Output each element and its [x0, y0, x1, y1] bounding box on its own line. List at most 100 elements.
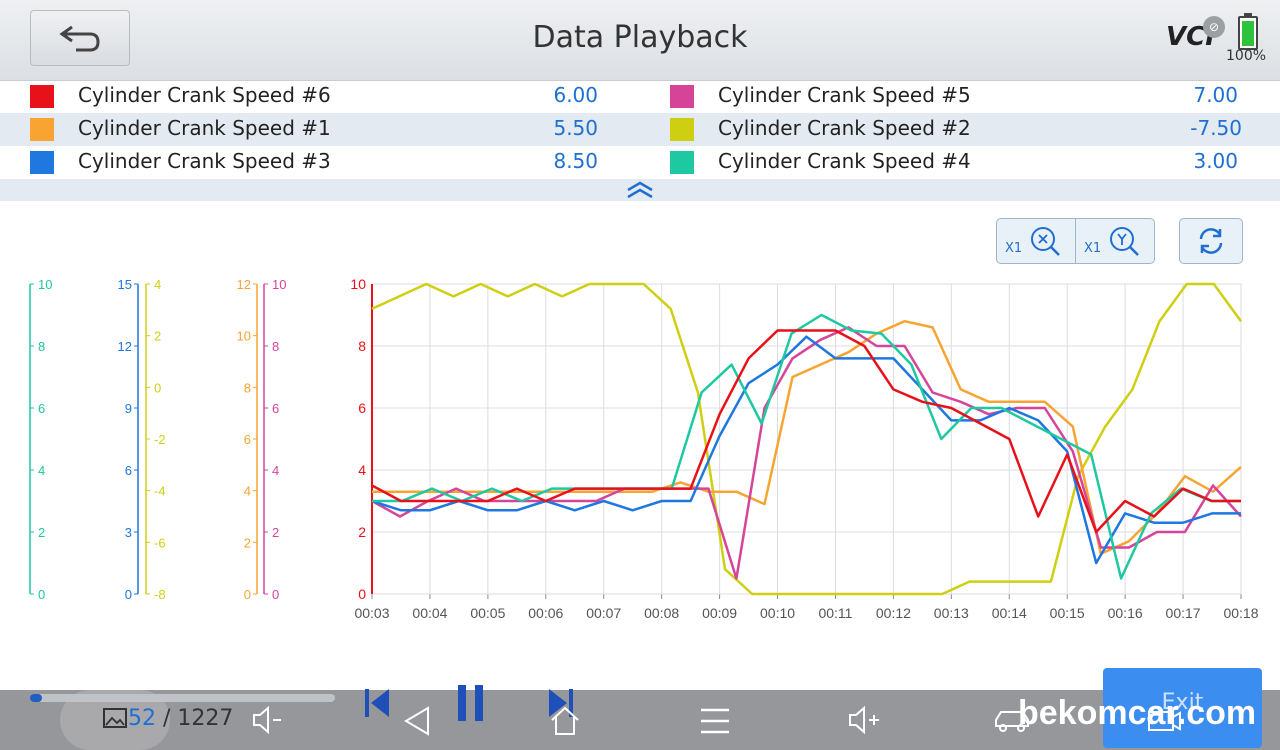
zoom-y-icon: [1110, 227, 1139, 256]
top-bar: Data Playback VCI ⊘ 100%: [0, 0, 1280, 81]
refresh-button[interactable]: [1179, 218, 1243, 264]
y-tick-label: 4: [358, 462, 366, 478]
legend-name: Cylinder Crank Speed #6: [78, 83, 331, 107]
frame-counter: 52 / 1227: [128, 706, 233, 731]
side-axis-tick-label: 12: [237, 277, 251, 292]
side-axis-tick-label: 6: [38, 401, 45, 416]
image-icon[interactable]: [102, 706, 128, 730]
side-axis-tick-label: 4: [272, 463, 279, 478]
x-tick-label: 00:14: [992, 605, 1027, 621]
playback-chart: 00:03 00:04 00:05 00:06 00:07 00:08 00:09 00:10…: [29, 276, 1259, 621]
side-axis-tick-label: 2: [272, 525, 279, 540]
x-tick-label: 00:07: [586, 605, 621, 621]
side-axis-tick-label: -8: [154, 587, 166, 602]
legend-value: 3.00: [1193, 149, 1238, 173]
refresh-icon: [1199, 228, 1223, 254]
legend-swatch: [30, 85, 54, 108]
x-tick-label: 00:16: [1108, 605, 1143, 621]
legend-name: Cylinder Crank Speed #3: [78, 149, 331, 173]
side-axis-tick-label: 0: [244, 587, 251, 602]
legend-value: 7.00: [1193, 83, 1238, 107]
side-axis-tick-label: 12: [118, 339, 132, 354]
home-icon[interactable]: [548, 704, 582, 738]
side-axis-tick-label: 10: [38, 277, 52, 292]
total-frames: 1227: [177, 706, 234, 731]
side-axis-tick-label: -4: [154, 484, 166, 499]
side-axis-tick-label: 15: [118, 277, 132, 292]
double-chevron-up-icon: [627, 181, 653, 199]
y-tick-label: 8: [358, 338, 366, 354]
current-frame: 52: [128, 706, 156, 731]
legend-value: 6.00: [553, 83, 598, 107]
side-axis-tick-label: 4: [38, 463, 45, 478]
legend-row: Cylinder Crank Speed #3 8.50 Cylinder Cr…: [0, 146, 1280, 179]
side-axis-tick-label: 0: [272, 587, 279, 602]
legend-value: -7.50: [1190, 116, 1242, 140]
x-tick-label: 00:06: [528, 605, 563, 621]
back-triangle-icon[interactable]: [400, 704, 434, 738]
vci-disconnected-icon: ⊘: [1203, 16, 1225, 38]
side-axis-tick-label: 4: [154, 277, 161, 292]
y-tick-label: 0: [358, 586, 366, 602]
y-tick-label: 6: [358, 400, 366, 416]
legend-swatch: [670, 85, 694, 108]
x-tick-label: 00:12: [876, 605, 911, 621]
side-axis-tick-label: 0: [125, 587, 132, 602]
legend-name: Cylinder Crank Speed #4: [718, 149, 971, 173]
x-tick-label: 00:03: [354, 605, 389, 621]
side-axis-tick-label: 10: [237, 329, 251, 344]
legend-swatch: [670, 151, 694, 174]
volume-up-icon[interactable]: [846, 704, 882, 736]
collapse-legend-button[interactable]: [0, 179, 1280, 201]
x-tick-label: 00:18: [1223, 605, 1258, 621]
zoom-x-button[interactable]: X1: [996, 218, 1076, 264]
side-axis-tick-label: 6: [125, 463, 132, 478]
frame-separator: /: [163, 706, 171, 731]
page-title: Data Playback: [532, 20, 748, 55]
watermark: bekomcar.com: [1018, 694, 1257, 732]
side-axis-tick-label: 0: [38, 587, 45, 602]
y-tick-label: 2: [358, 524, 366, 540]
zoom-y-button[interactable]: X1: [1075, 218, 1155, 264]
side-axis-tick-label: 10: [272, 277, 286, 292]
playback-progress-fill: [30, 694, 43, 702]
side-axis-tick-label: 6: [244, 432, 251, 447]
playback-progress-bar[interactable]: [30, 694, 335, 702]
legend-row: Cylinder Crank Speed #1 5.50 Cylinder Cr…: [0, 113, 1280, 146]
legend-value: 5.50: [553, 116, 598, 140]
side-axis-tick-label: 0: [154, 380, 161, 395]
side-axis-tick-label: -6: [154, 535, 166, 550]
x-tick-label: 00:09: [702, 605, 737, 621]
skip-previous-icon[interactable]: [362, 686, 392, 720]
x-tick-label: 00:10: [760, 605, 795, 621]
side-axis-tick-label: 4: [244, 484, 251, 499]
x-tick-label: 00:04: [412, 605, 447, 621]
zoom-x-icon: [1031, 227, 1060, 256]
side-axis-tick-label: 2: [154, 329, 161, 344]
legend-value: 8.50: [553, 149, 598, 173]
side-axis-tick-label: 2: [244, 535, 251, 550]
x-tick-label: 00:13: [934, 605, 969, 621]
side-axis-tick-label: 8: [272, 339, 279, 354]
zoom-x-label: X1: [1005, 241, 1023, 256]
x-tick-label: 00:05: [470, 605, 505, 621]
x-tick-label: 00:08: [644, 605, 679, 621]
x-tick-label: 00:11: [818, 605, 852, 621]
side-axis-tick-label: 9: [125, 401, 132, 416]
side-axis-tick-label: 2: [38, 525, 45, 540]
legend-row: Cylinder Crank Speed #6 6.00 Cylinder Cr…: [0, 80, 1280, 113]
menu-icon[interactable]: [698, 704, 732, 738]
pause-icon[interactable]: [454, 682, 488, 724]
volume-down-icon[interactable]: [250, 704, 284, 736]
legend-swatch: [670, 118, 694, 141]
legend-name: Cylinder Crank Speed #1: [78, 116, 331, 140]
side-axis-tick-label: 6: [272, 401, 279, 416]
x-tick-label: 00:15: [1050, 605, 1085, 621]
legend-name: Cylinder Crank Speed #2: [718, 116, 971, 140]
y-tick-label: 10: [350, 276, 366, 292]
legend-swatch: [30, 151, 54, 174]
battery-icon: [1238, 13, 1258, 50]
x-tick-label: 00:17: [1166, 605, 1201, 621]
legend-name: Cylinder Crank Speed #5: [718, 83, 971, 107]
side-axis-tick-label: 3: [125, 525, 132, 540]
